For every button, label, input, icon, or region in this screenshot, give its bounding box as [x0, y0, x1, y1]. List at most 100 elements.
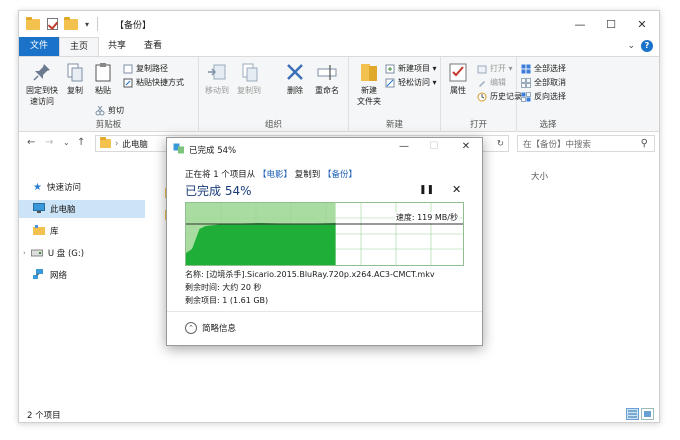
copy-path-button[interactable]: 复制路径 [123, 62, 168, 75]
large-icons-view-button[interactable] [641, 408, 654, 420]
select-none-button[interactable]: 全部取消 [521, 76, 566, 89]
breadcrumb-this-pc[interactable]: 此电脑 [122, 138, 148, 150]
file-name-row: 名称: [边境杀手].Sicario.2015.BluRay.720p.x264… [185, 270, 435, 279]
back-button[interactable]: ← [27, 137, 35, 148]
rename-button[interactable]: 重命名 [311, 61, 343, 96]
pin-quick-access-button[interactable]: 固定到快 速访问 [22, 61, 62, 107]
folder-icon [25, 16, 41, 31]
history-button[interactable]: 历史记录 [477, 90, 522, 103]
move-to-button[interactable]: 移动到 [203, 61, 231, 96]
usb-drive-icon [30, 247, 43, 260]
copy-to-icon [238, 61, 260, 83]
nav-item-usb-drive[interactable]: › U 盘 (G:) [19, 244, 145, 262]
minimize-button[interactable]: — [565, 15, 595, 33]
time-remaining: 大约 20 秒 [222, 283, 262, 292]
new-folder-button[interactable]: 新建 文件夹 [353, 61, 385, 107]
search-input[interactable]: 在【备份】中搜索 ⚲ [517, 135, 655, 152]
dialog-close-button[interactable]: ✕ [455, 141, 477, 155]
cut-button[interactable]: 剪切 [95, 104, 124, 117]
source-folder-link[interactable]: 【电影】 [258, 170, 292, 180]
star-icon: ★ [33, 181, 42, 193]
edit-button[interactable]: 编辑 [477, 76, 506, 89]
paste-button[interactable]: 粘贴 [89, 61, 117, 96]
fewer-details-toggle[interactable]: ⌃ 简略信息 [185, 322, 236, 334]
help-icon[interactable]: ? [641, 40, 653, 52]
ribbon-collapse-icon[interactable]: ⌄ [627, 41, 635, 51]
address-separator: › [115, 138, 119, 149]
nav-item-libraries[interactable]: 库 [19, 222, 145, 240]
new-item-button[interactable]: 新建项目 ▾ [385, 62, 437, 75]
select-group: 全部选择 全部取消 反向选择 选择 [517, 57, 579, 133]
properties-check-icon[interactable] [45, 17, 59, 31]
title-bar: ▾ 【备份】 — ☐ ✕ [19, 11, 659, 37]
copy-path-icon [123, 64, 133, 74]
network-icon [33, 268, 45, 282]
nav-item-network[interactable]: 网络 [19, 266, 145, 284]
destination-folder-link[interactable]: 【备份】 [323, 170, 357, 180]
select-all-button[interactable]: 全部选择 [521, 62, 566, 75]
status-bar: 2 个项目 [19, 404, 659, 422]
new-group: 新建 文件夹 新建项目 ▾ 轻松访问 ▾ 新建 [349, 57, 441, 133]
copy-button[interactable]: 复制 [63, 61, 87, 96]
expand-chevron-icon[interactable]: › [23, 249, 26, 257]
tab-share[interactable]: 共享 [99, 37, 135, 56]
tab-view[interactable]: 查看 [135, 37, 171, 56]
details-view-button[interactable] [626, 408, 639, 420]
fewer-details-label: 简略信息 [202, 324, 237, 334]
navigation-pane: ★ 快速访问 此电脑 库 › U 盘 (G:) 网络 [19, 156, 145, 404]
organize-group: 移动到 复制到 删除 重命名 组织 [199, 57, 349, 133]
rename-icon [316, 61, 338, 83]
open-button[interactable]: 打开 ▾ [477, 62, 513, 75]
delete-x-icon [284, 61, 306, 83]
library-icon [33, 224, 45, 238]
copy-description: 正在将 1 个项目从 【电影】 复制到 【备份】 [185, 170, 357, 180]
copy-to-button[interactable]: 复制到 [235, 61, 263, 96]
items-remaining: 1 (1.61 GB) [222, 296, 269, 305]
copy-icon [64, 61, 86, 83]
dialog-maximize-button[interactable]: ☐ [423, 141, 445, 155]
nav-item-quick-access[interactable]: ★ 快速访问 [19, 178, 145, 196]
dialog-minimize-button[interactable]: — [393, 141, 415, 155]
ribbon-tabs: 文件 主页 共享 查看 ⌄ ? [19, 37, 659, 57]
select-group-label: 选择 [539, 120, 557, 130]
close-button[interactable]: ✕ [627, 15, 657, 33]
dialog-title-bar: 已完成 54% [173, 143, 236, 157]
open-group-label: 打开 [469, 120, 487, 130]
up-button[interactable]: ↑ [77, 137, 85, 148]
forward-button[interactable]: → [45, 137, 53, 148]
organize-group-label: 组织 [264, 120, 282, 130]
move-to-icon [206, 61, 228, 83]
dialog-title: 已完成 54% [189, 146, 237, 156]
nav-item-this-pc[interactable]: 此电脑 [19, 200, 145, 218]
clipboard-group: 固定到快 速访问 复制 粘贴 复制路径 粘贴快捷方式 剪切 剪贴板 [19, 57, 199, 133]
pause-button[interactable]: ❚❚ [419, 185, 434, 195]
select-all-icon [521, 64, 531, 74]
paste-shortcut-button[interactable]: 粘贴快捷方式 [123, 76, 184, 89]
dialog-divider [167, 311, 482, 312]
search-icon: ⚲ [640, 138, 648, 149]
time-remaining-row: 剩余时间: 大约 20 秒 [185, 283, 262, 292]
chevron-up-icon: ⌃ [185, 322, 197, 334]
ribbon-help-area: ⌄ ? [627, 40, 653, 52]
easy-access-button[interactable]: 轻松访问 ▾ [385, 76, 437, 89]
computer-icon [33, 202, 45, 216]
recent-locations-button[interactable]: ⌄ [63, 138, 70, 147]
pin-icon [31, 61, 53, 83]
tab-file[interactable]: 文件 [19, 37, 59, 56]
invert-selection-button[interactable]: 反向选择 [521, 90, 566, 103]
open-icon [477, 64, 487, 74]
properties-button[interactable]: 属性 [445, 61, 471, 96]
clipboard-group-label: 剪贴板 [95, 120, 122, 130]
paste-icon [92, 61, 114, 83]
delete-button[interactable]: 删除 [283, 61, 307, 96]
tab-home[interactable]: 主页 [59, 37, 99, 57]
address-refresh-button[interactable]: ↻ [497, 139, 504, 149]
maximize-button[interactable]: ☐ [596, 15, 626, 33]
speed-label: 速度: 119 MB/秒 [394, 212, 459, 223]
column-header-size[interactable]: 大小 [531, 170, 548, 182]
select-none-icon [521, 77, 531, 88]
cancel-copy-button[interactable]: ✕ [452, 183, 461, 196]
new-folder-quick-icon[interactable] [63, 16, 79, 31]
quick-access-dropdown-icon[interactable]: ▾ [81, 17, 93, 31]
progress-heading: 已完成 54% [185, 184, 252, 198]
